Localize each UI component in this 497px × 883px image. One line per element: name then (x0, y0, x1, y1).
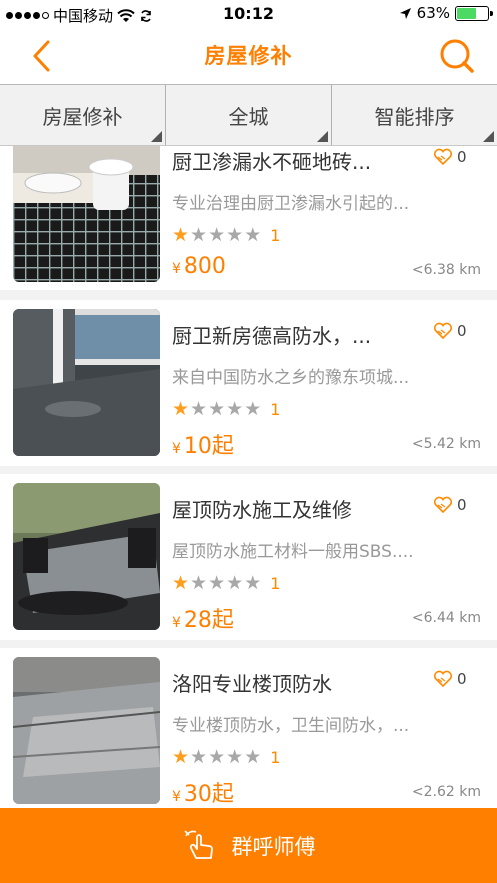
listing-title: 屋顶防水施工及维修 (172, 498, 352, 522)
star-rating: ★ ★ ★ ★ ★ 1 (172, 572, 281, 594)
search-icon[interactable] (437, 36, 477, 76)
listing-price: ¥28起 (172, 602, 234, 634)
rating-count: 1 (270, 226, 281, 245)
currency-symbol: ¥ (172, 441, 181, 457)
price-value: 28起 (183, 608, 234, 633)
star-icon: ★ (172, 572, 190, 594)
listing-price: ¥10起 (172, 428, 234, 460)
favorite-count[interactable]: 0 (433, 148, 467, 166)
listing-item[interactable]: 屋顶防水施工及维修 0 屋顶防水施工材料一般用SBS.... ★ ★ ★ ★ ★… (0, 474, 497, 640)
star-icon: ★ (190, 572, 208, 594)
listing-description: 屋顶防水施工材料一般用SBS.... (172, 542, 414, 562)
price-value: 30起 (183, 782, 234, 807)
star-icon: ★ (244, 572, 262, 594)
favorite-count[interactable]: 0 (433, 496, 467, 514)
star-rating: ★ ★ ★ ★ ★ 1 (172, 398, 281, 420)
filter-sort-label: 智能排序 (374, 104, 455, 129)
filter-category-label: 房屋修补 (42, 104, 123, 129)
star-icon: ★ (172, 398, 190, 420)
battery-level (457, 7, 476, 19)
call-masters-button[interactable]: 群呼师傅 (0, 808, 497, 883)
filter-category[interactable]: 房屋修补 (0, 85, 166, 145)
star-icon: ★ (244, 224, 262, 246)
filter-sort[interactable]: 智能排序 (332, 85, 497, 145)
price-value: 10起 (183, 434, 234, 459)
filter-bar: 房屋修补 全城 智能排序 (0, 84, 497, 146)
currency-symbol: ¥ (172, 615, 181, 631)
listing-list[interactable]: 厨卫渗漏水不砸地砖... 0 专业治理由厨卫渗漏水引起的... ★ ★ ★ ★ … (0, 146, 497, 808)
price-value: 800 (183, 254, 226, 279)
favorite-count-value: 0 (457, 148, 467, 166)
currency-symbol: ¥ (172, 261, 181, 277)
battery-percent: 63% (416, 4, 450, 22)
listing-title: 洛阳专业楼顶防水 (172, 672, 332, 696)
listing-price: ¥30起 (172, 776, 234, 808)
tap-hand-icon (183, 829, 213, 859)
star-icon: ★ (244, 746, 262, 768)
handshake-heart-icon (433, 670, 453, 688)
star-icon: ★ (172, 224, 190, 246)
star-icon: ★ (172, 746, 190, 768)
listing-distance: <6.44 km (411, 610, 481, 626)
listing-item[interactable]: 厨卫新房德高防水，... 0 来自中国防水之乡的豫东项城... ★ ★ ★ ★ … (0, 300, 497, 466)
listing-description: 专业治理由厨卫渗漏水引起的... (172, 194, 410, 214)
star-icon: ★ (190, 746, 208, 768)
listing-thumbnail (13, 657, 160, 804)
rating-count: 1 (270, 574, 281, 593)
rating-count: 1 (270, 748, 281, 767)
star-icon: ★ (190, 224, 208, 246)
currency-symbol: ¥ (172, 789, 181, 805)
star-icon: ★ (208, 224, 226, 246)
rating-count: 1 (270, 400, 281, 419)
star-rating: ★ ★ ★ ★ ★ 1 (172, 746, 281, 768)
star-icon: ★ (226, 398, 244, 420)
page-title: 房屋修补 (204, 44, 293, 68)
star-icon: ★ (226, 572, 244, 594)
dropdown-corner-icon (317, 131, 328, 142)
dropdown-corner-icon (151, 131, 162, 142)
listing-distance: <2.62 km (411, 784, 481, 800)
handshake-heart-icon (433, 148, 453, 166)
star-icon: ★ (208, 572, 226, 594)
listing-item[interactable]: 洛阳专业楼顶防水 0 专业楼顶防水，卫生间防水，... ★ ★ ★ ★ ★ 1 … (0, 648, 497, 808)
nav-bar: 房屋修补 (0, 28, 497, 84)
favorite-count[interactable]: 0 (433, 670, 467, 688)
listing-distance: <5.42 km (411, 436, 481, 452)
status-bar: 中国移动 10:12 63% (0, 0, 497, 28)
filter-area-label: 全城 (228, 104, 269, 129)
status-right: 63% (399, 4, 493, 22)
location-arrow-icon (399, 7, 411, 19)
listing-title: 厨卫新房德高防水，... (172, 324, 372, 348)
star-icon: ★ (208, 398, 226, 420)
listing-distance: <6.38 km (411, 262, 481, 278)
favorite-count-value: 0 (457, 670, 467, 688)
star-rating: ★ ★ ★ ★ ★ 1 (172, 224, 281, 246)
listing-description: 专业楼顶防水，卫生间防水，... (172, 716, 410, 736)
call-masters-label: 群呼师傅 (231, 834, 316, 859)
star-icon: ★ (226, 224, 244, 246)
listing-item[interactable]: 厨卫渗漏水不砸地砖... 0 专业治理由厨卫渗漏水引起的... ★ ★ ★ ★ … (0, 146, 497, 290)
listing-thumbnail (13, 483, 160, 630)
favorite-count-value: 0 (457, 496, 467, 514)
listing-thumbnail (13, 146, 160, 282)
handshake-heart-icon (433, 322, 453, 340)
star-icon: ★ (226, 746, 244, 768)
battery-icon (455, 5, 493, 21)
dropdown-corner-icon (483, 131, 494, 142)
favorite-count[interactable]: 0 (433, 322, 467, 340)
star-icon: ★ (208, 746, 226, 768)
filter-area[interactable]: 全城 (166, 85, 332, 145)
star-icon: ★ (190, 398, 208, 420)
listing-price: ¥800 (172, 254, 226, 279)
favorite-count-value: 0 (457, 322, 467, 340)
listing-title: 厨卫渗漏水不砸地砖... (172, 150, 372, 174)
listing-thumbnail (13, 309, 160, 456)
listing-description: 来自中国防水之乡的豫东项城... (172, 368, 410, 388)
star-icon: ★ (244, 398, 262, 420)
handshake-heart-icon (433, 496, 453, 514)
